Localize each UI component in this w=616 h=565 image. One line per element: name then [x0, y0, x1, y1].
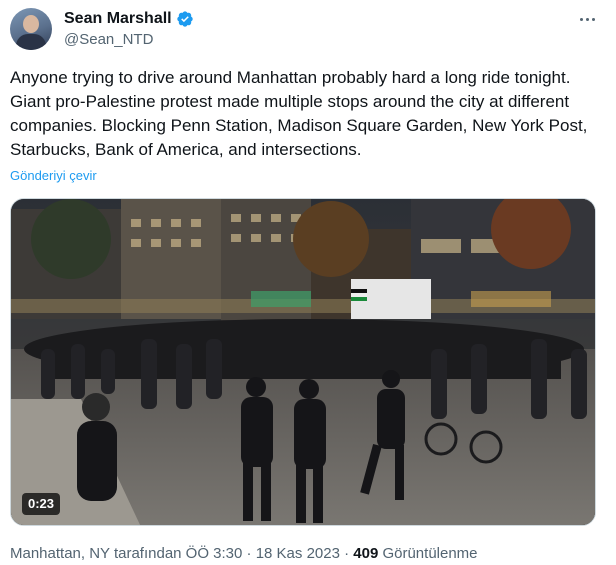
views-count: 409 [353, 545, 379, 562]
video-frame [11, 199, 595, 525]
avatar[interactable] [10, 8, 52, 50]
tweet-meta: Manhattan, NY tarafından ÖÖ 3:30 · 18 Ka… [10, 545, 478, 562]
tweet-card: Sean Marshall @Sean_NTD Anyone trying to… [0, 0, 616, 565]
video-player[interactable] [10, 198, 596, 526]
views-label: Görüntülenme [378, 545, 478, 562]
author-handle[interactable]: @Sean_NTD [64, 31, 153, 48]
avatar-body [16, 34, 46, 50]
more-options-icon[interactable] [574, 6, 600, 32]
video-duration-badge: 0:23 [22, 493, 61, 515]
location-timestamp[interactable]: Manhattan, NY tarafından ÖÖ 3:30 · 18 Ka… [10, 545, 353, 562]
tweet-text: Anyone trying to drive around Manhattan … [10, 68, 588, 159]
author-display-name[interactable]: Sean Marshall [64, 10, 172, 28]
translate-link[interactable]: Gönderiyi çevir [10, 168, 97, 183]
verified-badge-icon [176, 11, 193, 27]
author-name-row: Sean Marshall [64, 8, 194, 30]
avatar-head [23, 15, 39, 33]
